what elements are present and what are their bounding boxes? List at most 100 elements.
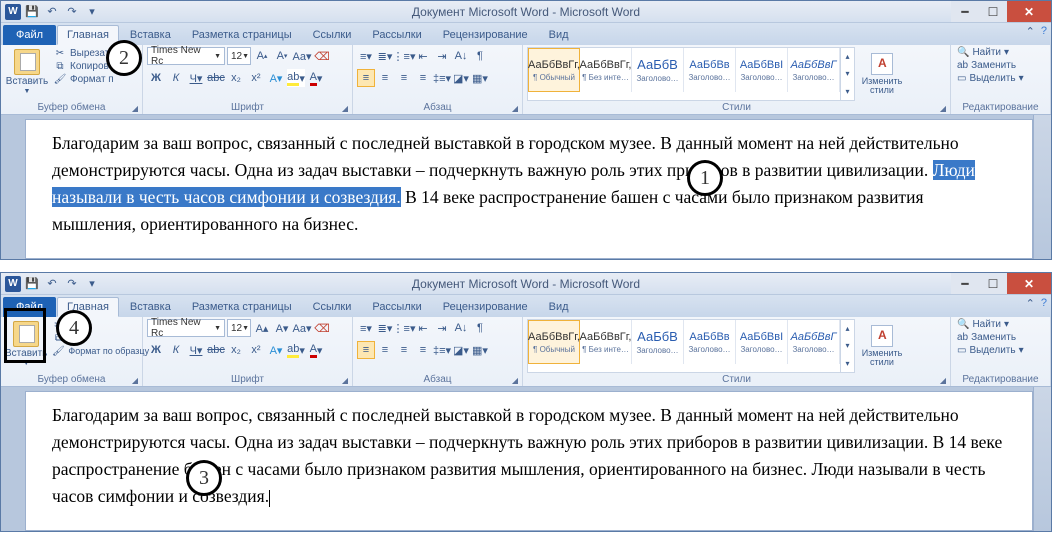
select-button[interactable]: ▭Выделить ▾ [955, 73, 1046, 84]
tab-home[interactable]: Главная [57, 25, 119, 45]
minimize-button[interactable]: ━ [951, 273, 979, 294]
align-center-button[interactable]: ≡ [376, 69, 394, 87]
italic-button[interactable]: К [167, 341, 185, 359]
underline-button[interactable]: Ч▾ [187, 69, 205, 87]
style-normal[interactable]: АаБбВвГг,¶ Обычный [528, 320, 580, 364]
style-h4[interactable]: АаБбВвГЗаголово… [788, 320, 840, 364]
decrease-indent-button[interactable]: ⇤ [414, 319, 432, 337]
tab-references[interactable]: Ссылки [303, 25, 362, 45]
grow-font-button[interactable]: A▴ [253, 319, 271, 337]
sort-button[interactable]: A↓ [452, 47, 470, 65]
shrink-font-button[interactable]: A▾ [273, 47, 291, 65]
sort-button[interactable]: A↓ [452, 319, 470, 337]
justify-button[interactable]: ≡ [414, 341, 432, 359]
redo-icon[interactable]: ↷ [63, 3, 81, 21]
tab-file[interactable]: Файл [3, 25, 56, 45]
clear-format-button[interactable]: ⌫ [313, 47, 331, 65]
styles-launcher-icon[interactable]: ◢ [938, 103, 948, 113]
numbering-button[interactable]: ≣▾ [376, 47, 394, 65]
font-color-button[interactable]: A▾ [307, 341, 325, 359]
superscript-button[interactable]: x² [247, 341, 265, 359]
align-right-button[interactable]: ≡ [395, 341, 413, 359]
line-spacing-button[interactable]: ‡≡▾ [433, 341, 451, 359]
align-center-button[interactable]: ≡ [376, 341, 394, 359]
style-h1[interactable]: АаБбВ Заголово… [632, 48, 684, 92]
style-nospacing[interactable]: АаБбВвГг,¶ Без инте… [580, 320, 632, 364]
numbering-button[interactable]: ≣▾ [376, 319, 394, 337]
font-size-box[interactable]: 12▼ [227, 319, 251, 337]
undo-icon[interactable]: ↶ [43, 275, 61, 293]
bold-button[interactable]: Ж [147, 341, 165, 359]
styles-more[interactable]: ▴▾▾ [840, 320, 854, 372]
styles-more[interactable]: ▴ ▾ ▾ [840, 48, 854, 100]
font-color-button[interactable]: A▾ [307, 69, 325, 87]
vertical-scrollbar[interactable] [1033, 387, 1051, 531]
styles-expand-icon[interactable]: ▾ [841, 84, 854, 98]
format-painter-button[interactable]: 🖌 Формат п [51, 73, 116, 85]
word-app-icon[interactable]: W [5, 276, 21, 292]
find-button[interactable]: 🔍Найти ▾ [955, 47, 1046, 58]
bold-button[interactable]: Ж [147, 69, 165, 87]
undo-icon[interactable]: ↶ [43, 3, 61, 21]
page[interactable]: Благодарим за ваш вопрос, связанный с по… [25, 391, 1033, 531]
format-painter-button[interactable]: 🖌Формат по образцу [49, 345, 151, 357]
subscript-button[interactable]: x₂ [227, 69, 245, 87]
save-icon[interactable]: 💾 [23, 275, 41, 293]
tab-mailings[interactable]: Рассылки [362, 297, 431, 317]
help-icon[interactable]: ? [1041, 25, 1047, 38]
minimize-button[interactable]: ━ [951, 1, 979, 22]
tab-references[interactable]: Ссылки [303, 297, 362, 317]
minimize-ribbon-icon[interactable]: ⌃ [1026, 297, 1035, 310]
change-case-button[interactable]: Aa▾ [293, 47, 311, 65]
tab-review[interactable]: Рецензирование [433, 297, 538, 317]
save-icon[interactable]: 💾 [23, 3, 41, 21]
para-launcher-icon[interactable]: ◢ [510, 103, 520, 113]
word-app-icon[interactable]: W [5, 4, 21, 20]
text-effects-button[interactable]: A▾ [267, 69, 285, 87]
increase-indent-button[interactable]: ⇥ [433, 47, 451, 65]
replace-button[interactable]: abЗаменить [955, 332, 1046, 343]
borders-button[interactable]: ▦▾ [471, 341, 489, 359]
shading-button[interactable]: ◪▾ [452, 341, 470, 359]
styles-up-icon[interactable]: ▴ [841, 50, 854, 64]
italic-button[interactable]: К [167, 69, 185, 87]
replace-button[interactable]: abЗаменить [955, 60, 1046, 71]
shading-button[interactable]: ◪▾ [452, 69, 470, 87]
show-marks-button[interactable]: ¶ [471, 47, 489, 65]
qat-dropdown-icon[interactable]: ▾ [83, 275, 101, 293]
maximize-button[interactable]: ☐ [979, 273, 1007, 294]
tab-review[interactable]: Рецензирование [433, 25, 538, 45]
styles-launcher-icon[interactable]: ◢ [938, 375, 948, 385]
style-nospacing[interactable]: АаБбВвГг, ¶ Без инте… [580, 48, 632, 92]
style-h2[interactable]: АаБбВв Заголово… [684, 48, 736, 92]
bullets-button[interactable]: ≡▾ [357, 319, 375, 337]
style-h3[interactable]: АаБбВвІЗаголово… [736, 320, 788, 364]
strike-button[interactable]: abc [207, 341, 225, 359]
style-h1[interactable]: АаБбВЗаголово… [632, 320, 684, 364]
decrease-indent-button[interactable]: ⇤ [414, 47, 432, 65]
maximize-button[interactable]: ☐ [979, 1, 1007, 22]
font-name-box[interactable]: Times New Rc▼ [147, 319, 225, 337]
qat-dropdown-icon[interactable]: ▾ [83, 3, 101, 21]
style-normal[interactable]: АаБбВвГг, ¶ Обычный [528, 48, 580, 92]
select-button[interactable]: ▭Выделить ▾ [955, 345, 1046, 356]
style-h4[interactable]: АаБбВвГ Заголово… [788, 48, 840, 92]
highlight-button[interactable]: ab▾ [287, 341, 305, 359]
line-spacing-button[interactable]: ‡≡▾ [433, 69, 451, 87]
superscript-button[interactable]: x² [247, 69, 265, 87]
justify-button[interactable]: ≡ [414, 69, 432, 87]
close-button[interactable]: ✕ [1007, 273, 1051, 294]
find-button[interactable]: 🔍Найти ▾ [955, 319, 1046, 330]
redo-icon[interactable]: ↷ [63, 275, 81, 293]
font-launcher-icon[interactable]: ◢ [340, 103, 350, 113]
font-size-box[interactable]: 12▼ [227, 47, 251, 65]
strike-button[interactable]: abc [207, 69, 225, 87]
style-h3[interactable]: АаБбВвІ Заголово… [736, 48, 788, 92]
highlight-button[interactable]: ab▾ [287, 69, 305, 87]
vertical-scrollbar[interactable] [1033, 115, 1051, 259]
change-styles-button[interactable]: Изменить стили [857, 319, 907, 373]
align-right-button[interactable]: ≡ [395, 69, 413, 87]
change-styles-button[interactable]: Изменить стили [857, 47, 907, 101]
minimize-ribbon-icon[interactable]: ⌃ [1026, 25, 1035, 38]
shrink-font-button[interactable]: A▾ [273, 319, 291, 337]
